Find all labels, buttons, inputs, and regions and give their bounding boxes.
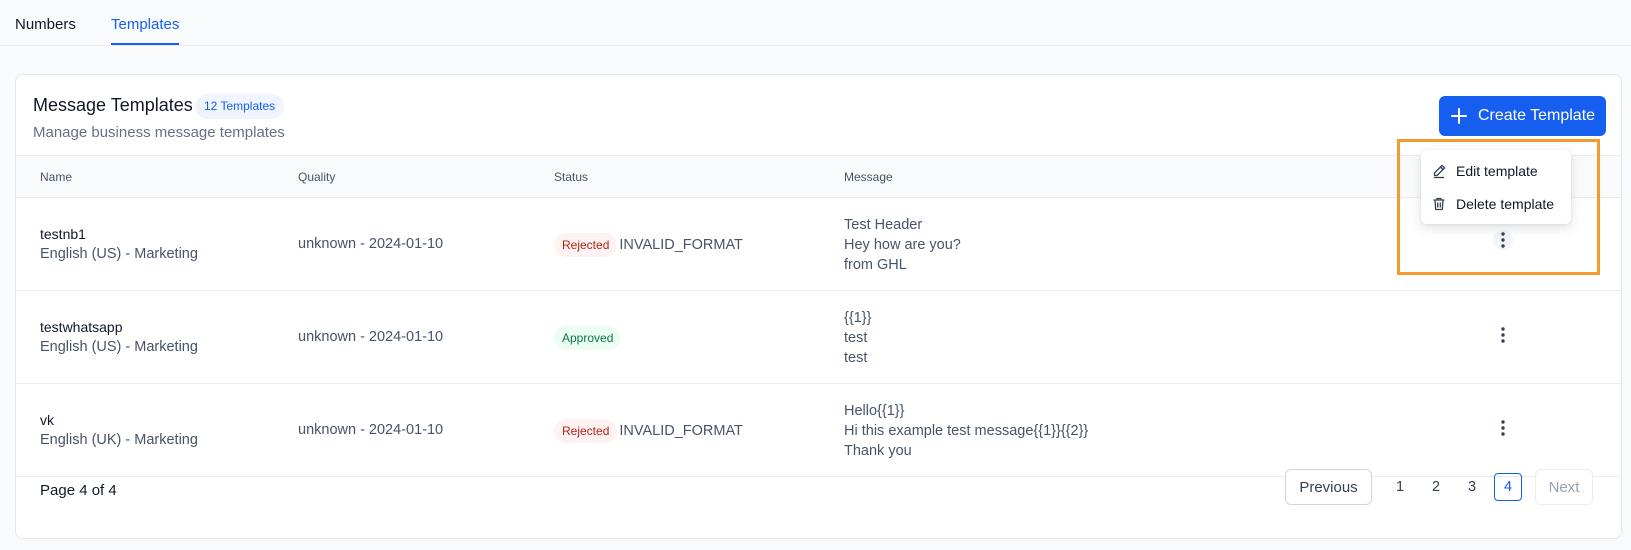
tab-numbers[interactable]: Numbers — [15, 16, 76, 33]
message-line: Hello{{1}} — [844, 403, 905, 419]
template-language-category: English (UK) - Marketing — [40, 432, 198, 448]
column-header-message: Message — [844, 170, 893, 184]
page-number-3[interactable]: 3 — [1458, 473, 1486, 501]
template-quality: unknown - 2024-01-10 — [298, 329, 444, 345]
status-badge: Rejected — [554, 419, 618, 443]
status-reason: INVALID_FORMAT — [619, 237, 743, 253]
page-number-1[interactable]: 1 — [1386, 473, 1414, 501]
message-line: from GHL — [844, 257, 907, 273]
table-row: vk English (UK) - Marketing unknown - 20… — [16, 384, 1621, 477]
status-badge: Approved — [554, 326, 622, 350]
template-quality: unknown - 2024-01-10 — [298, 236, 444, 252]
template-language-category: English (US) - Marketing — [40, 339, 198, 355]
message-line: test — [844, 350, 868, 366]
row-actions-menu-icon[interactable] — [1493, 325, 1513, 345]
column-header-quality: Quality — [298, 170, 336, 184]
page-info: Page 4 of 4 — [40, 482, 117, 499]
template-name: testwhatsapp — [40, 319, 123, 335]
row-actions-menu-icon[interactable] — [1493, 230, 1513, 250]
page-number-4[interactable]: 4 — [1494, 473, 1522, 501]
tab-bar: Numbers Templates — [0, 0, 1631, 46]
tab-templates[interactable]: Templates — [111, 16, 179, 33]
column-header-status: Status — [554, 170, 589, 184]
pencil-icon — [1433, 164, 1446, 179]
message-line: Thank you — [844, 443, 912, 459]
page-subtitle: Manage business message templates — [33, 124, 285, 141]
column-header-name: Name — [40, 170, 73, 184]
row-actions-menu-icon[interactable] — [1493, 418, 1513, 438]
plus-icon — [1450, 108, 1467, 124]
next-page-button[interactable]: Next — [1535, 469, 1593, 505]
active-tab-underline — [111, 43, 179, 45]
page-number-2[interactable]: 2 — [1422, 473, 1450, 501]
trash-icon — [1433, 197, 1445, 211]
delete-template-label: Delete template — [1456, 196, 1555, 212]
message-line: {{1}} — [844, 310, 872, 326]
status-cell: Rejected INVALID_FORMAT — [554, 419, 743, 443]
page-title: Message Templates — [33, 95, 193, 115]
message-line: test — [844, 330, 868, 346]
message-line: Hey how are you? — [844, 237, 961, 253]
delete-template-menu-item[interactable]: Delete template — [1431, 190, 1554, 218]
template-name: testnb1 — [40, 226, 86, 242]
template-message: Test Header Hey how are you? from GHL — [844, 215, 961, 275]
table-row: testwhatsapp English (US) - Marketing un… — [16, 291, 1621, 384]
message-line: Test Header — [844, 217, 923, 233]
create-template-label: Create Template — [1477, 107, 1596, 124]
table-row: testnb1 English (US) - Marketing unknown… — [16, 198, 1621, 291]
create-template-button[interactable]: Create Template — [1439, 96, 1606, 136]
template-message: {{1}} test test — [844, 308, 871, 368]
row-actions-dropdown: Edit template Delete template — [1421, 150, 1571, 224]
template-quality: unknown - 2024-01-10 — [298, 422, 444, 438]
template-name: vk — [40, 412, 54, 428]
template-message: Hello{{1}} Hi this example test message{… — [844, 401, 1088, 461]
edit-template-menu-item[interactable]: Edit template — [1431, 157, 1538, 185]
status-badge: Rejected — [554, 233, 618, 257]
previous-page-button[interactable]: Previous — [1285, 469, 1372, 505]
edit-template-label: Edit template — [1456, 163, 1538, 179]
status-cell: Rejected INVALID_FORMAT — [554, 233, 743, 257]
templates-card: Message Templates 12 Templates Manage bu… — [15, 74, 1622, 539]
template-language-category: English (US) - Marketing — [40, 246, 198, 262]
templates-count-badge: 12 Templates — [195, 94, 285, 119]
status-cell: Approved — [554, 326, 622, 350]
message-line: Hi this example test message{{1}}{{2}} — [844, 423, 1089, 439]
status-reason: INVALID_FORMAT — [619, 423, 743, 439]
table-header: Name Quality Status Message — [16, 155, 1621, 198]
